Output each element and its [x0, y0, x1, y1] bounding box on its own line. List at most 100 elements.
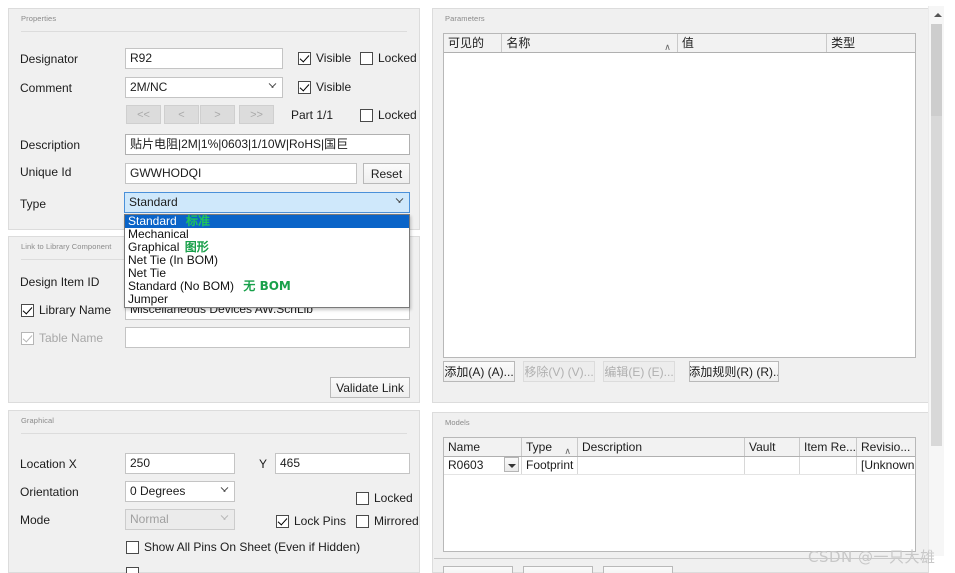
scrollbar-thumb-lower[interactable] [931, 116, 942, 446]
location-y-label: Y [259, 457, 268, 471]
designator-locked-label: Locked [378, 51, 417, 65]
mirrored-checkbox[interactable]: Mirrored [356, 514, 419, 528]
type-label: Type [20, 197, 47, 211]
properties-group-title: Properties [21, 14, 57, 23]
parameters-column-visible[interactable]: 可见的 [444, 34, 503, 52]
models-cell-description[interactable] [578, 457, 745, 474]
designator-visible-label: Visible [316, 51, 352, 65]
bottom-button-1[interactable] [443, 566, 513, 573]
type-dropdown-popup[interactable]: Standard 标准 Mechanical Graphical 图形 Net … [124, 214, 410, 308]
sort-ascending-icon: ∧ [664, 42, 671, 52]
checkbox-box [276, 514, 289, 528]
orientation-combobox-value: 0 Degrees [130, 484, 186, 498]
parameters-grid[interactable]: 可见的 名称 ∧ 值 类型 [443, 33, 916, 358]
designator-locked-checkbox[interactable]: Locked [360, 51, 417, 65]
part-prev-button[interactable]: < [164, 105, 199, 124]
type-option-standard-no-bom-note: 无 BOM [243, 279, 291, 293]
comment-combobox[interactable]: 2M/NC [125, 77, 283, 98]
type-combobox[interactable]: Standard [124, 192, 410, 213]
mode-combobox[interactable]: Normal [125, 509, 235, 530]
part-next-button[interactable]: > [200, 105, 235, 124]
chevron-down-icon [220, 515, 229, 524]
library-name-checkbox[interactable]: Library Name [21, 303, 111, 317]
sort-ascending-icon: ∧ [564, 446, 571, 456]
part-locked-label: Locked [378, 108, 417, 122]
parameters-column-name-text: 名称 [506, 36, 531, 50]
parameters-remove-button[interactable]: 移除(V) (V)... [523, 361, 595, 382]
part-locked-checkbox[interactable]: Locked [360, 108, 417, 122]
location-y-input[interactable]: 465 [275, 453, 410, 474]
models-cell-vault[interactable] [745, 457, 800, 474]
type-option-net-tie-in-bom[interactable]: Net Tie (In BOM) [125, 254, 409, 267]
mirrored-label: Mirrored [374, 514, 419, 528]
description-label: Description [20, 138, 81, 152]
type-option-jumper[interactable]: Jumper [125, 293, 409, 306]
checkbox-box [356, 491, 369, 505]
properties-group-divider [21, 31, 407, 32]
graphical-locked-checkbox[interactable]: Locked [356, 491, 413, 505]
type-option-standard-note: 标准 [186, 214, 211, 228]
parameters-edit-button[interactable]: 编辑(E) (E)... [603, 361, 675, 382]
comment-combobox-value: 2M/NC [130, 80, 168, 94]
orientation-label: Orientation [20, 485, 79, 499]
library-name-label: Library Name [39, 303, 112, 317]
parameters-column-type[interactable]: 类型 [827, 34, 915, 52]
models-name-dropdown-arrow[interactable] [504, 457, 519, 472]
models-column-item-revision[interactable]: Item Re... [800, 438, 857, 456]
checkbox-box [360, 108, 373, 122]
scrollbar-thumb[interactable] [931, 24, 942, 116]
checkbox-box [356, 514, 369, 528]
models-column-name[interactable]: Name [444, 438, 522, 456]
type-option-standard-no-bom-label: Standard (No BOM) [128, 279, 235, 293]
checkbox-box [21, 303, 34, 317]
bottom-button-2[interactable] [523, 566, 593, 573]
checkbox-box [126, 567, 139, 573]
type-option-mechanical-label: Mechanical [128, 227, 189, 241]
models-cell-item-revision[interactable] [800, 457, 857, 474]
type-option-graphical-label: Graphical [128, 240, 180, 254]
type-option-net-tie-label: Net Tie [128, 266, 167, 280]
description-input[interactable]: 贴片电阻|2M|1%|0603|1/10W|RoHS|国巨 [125, 134, 410, 155]
models-column-type[interactable]: Type ∧ [522, 438, 578, 456]
designator-visible-checkbox[interactable]: Visible [298, 51, 351, 65]
designator-label: Designator [20, 52, 79, 66]
graphical-extra-checkbox-clipped[interactable] [126, 567, 139, 573]
design-item-id-label: Design Item ID [20, 275, 100, 289]
unique-id-label: Unique Id [20, 165, 72, 179]
models-cell-revision[interactable]: [Unknown [857, 457, 915, 474]
parameters-column-value[interactable]: 值 [678, 34, 828, 52]
graphical-group-divider [21, 433, 407, 434]
unique-id-reset-button[interactable]: Reset [363, 163, 410, 184]
parameters-column-name[interactable]: 名称 ∧ [502, 34, 678, 52]
table-name-input[interactable] [125, 327, 410, 348]
models-column-description[interactable]: Description [578, 438, 745, 456]
models-group-title: Models [445, 418, 470, 427]
part-first-button[interactable]: << [126, 105, 161, 124]
models-cell-type[interactable]: Footprint [522, 457, 578, 474]
parameters-add-rule-button[interactable]: 添加规则(R) (R).. [689, 361, 779, 382]
table-name-checkbox[interactable]: Table Name [21, 331, 103, 345]
parameters-add-button[interactable]: 添加(A) (A)... [443, 361, 515, 382]
models-column-vault[interactable]: Vault [745, 438, 800, 456]
scroll-up-arrow-icon[interactable] [929, 6, 944, 23]
checkbox-box [298, 51, 311, 65]
orientation-combobox[interactable]: 0 Degrees [125, 481, 235, 502]
bottom-button-3[interactable] [603, 566, 673, 573]
location-x-input[interactable]: 250 [125, 453, 235, 474]
comment-visible-checkbox[interactable]: Visible [298, 80, 351, 94]
models-grid[interactable]: Name Type ∧ Description Vault Item Re...… [443, 437, 916, 552]
show-all-pins-label: Show All Pins On Sheet (Even if Hidden) [144, 540, 361, 554]
unique-id-input[interactable]: GWWHODQI [125, 163, 357, 184]
part-last-button[interactable]: >> [239, 105, 274, 124]
lock-pins-label: Lock Pins [294, 514, 347, 528]
show-all-pins-checkbox[interactable]: Show All Pins On Sheet (Even if Hidden) [126, 540, 360, 554]
validate-link-button[interactable]: Validate Link [330, 377, 410, 398]
models-column-revision[interactable]: Revisio... [857, 438, 915, 456]
designator-input[interactable]: R92 [125, 48, 283, 69]
type-option-standard-label: Standard [128, 214, 177, 228]
location-x-label: Location X [20, 457, 77, 471]
dialog-scrollbar-track[interactable] [928, 116, 944, 556]
lock-pins-checkbox[interactable]: Lock Pins [276, 514, 346, 528]
mode-combobox-value: Normal [130, 512, 169, 526]
dialog-scrollbar-top[interactable] [928, 6, 944, 116]
